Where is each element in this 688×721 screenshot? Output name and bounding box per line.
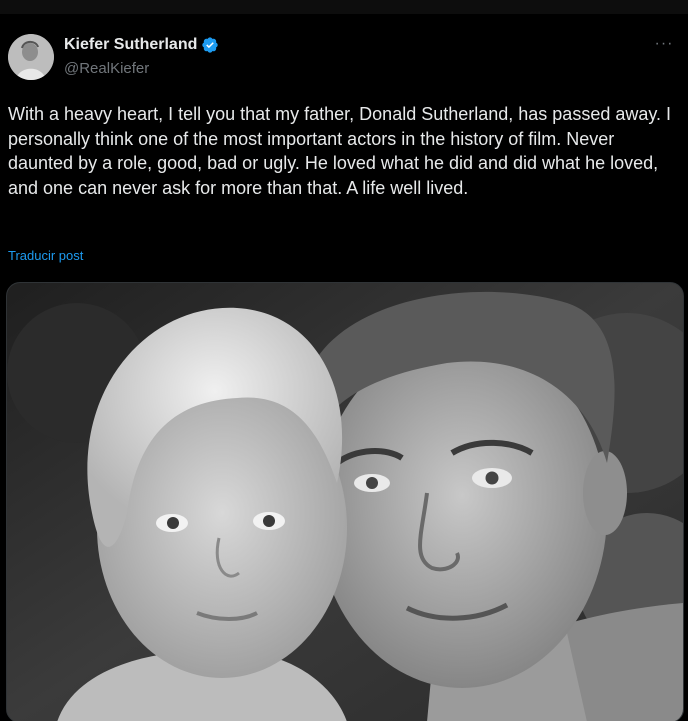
verified-badge-icon <box>201 36 219 54</box>
translate-post-link[interactable]: Traducir post <box>8 248 83 263</box>
author-handle[interactable]: @RealKiefer <box>64 60 149 77</box>
tweet-photo[interactable] <box>6 282 684 721</box>
display-name[interactable]: Kiefer Sutherland <box>64 36 197 54</box>
tweet: Kiefer Sutherland @RealKiefer ··· With a… <box>0 14 688 721</box>
avatar[interactable] <box>8 34 54 80</box>
top-bar <box>0 0 688 14</box>
author-name-row[interactable]: Kiefer Sutherland <box>64 36 219 54</box>
portrait-photo-illustration <box>7 283 683 721</box>
more-options-icon[interactable]: ··· <box>652 36 676 52</box>
profile-photo-icon <box>8 34 54 80</box>
tweet-text: With a heavy heart, I tell you that my f… <box>8 104 672 198</box>
